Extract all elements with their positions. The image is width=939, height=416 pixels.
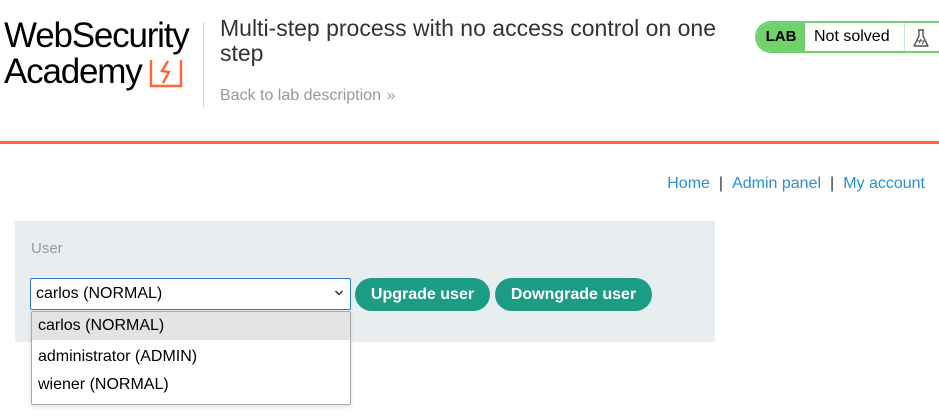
upgrade-user-button[interactable]: Upgrade user <box>355 278 490 311</box>
header-accent-rule <box>0 141 939 144</box>
downgrade-user-button[interactable]: Downgrade user <box>495 278 652 311</box>
back-to-lab-description-link[interactable]: Back to lab description » <box>220 87 395 105</box>
nav-separator: | <box>830 175 835 192</box>
lab-status-text: Not solved <box>814 28 890 45</box>
user-dropdown-list: carlos (NORMAL) administrator (ADMIN) wi… <box>31 311 351 405</box>
chevron-down-icon <box>334 290 344 296</box>
lab-status-widget: LAB Not solved <box>755 21 939 53</box>
logo-text-line1: WebSecurity <box>4 16 190 55</box>
double-chevron-right-icon: » <box>386 87 396 104</box>
user-select-value: carlos (NORMAL) <box>36 285 163 302</box>
dropdown-option-wiener[interactable]: wiener (NORMAL) <box>32 371 350 399</box>
lab-status-separator <box>904 23 905 51</box>
logo-text-line2: Academy <box>4 52 143 91</box>
top-navigation: Home | Admin panel | My account <box>667 175 925 193</box>
nav-admin-panel-link[interactable]: Admin panel <box>732 175 821 192</box>
nav-my-account-link[interactable]: My account <box>843 175 925 192</box>
page-header: WebSecurity Academy Multi-step process w… <box>0 0 939 141</box>
dropdown-option-administrator[interactable]: administrator (ADMIN) <box>32 343 350 371</box>
nav-home-link[interactable]: Home <box>667 175 710 192</box>
user-select[interactable]: carlos (NORMAL) <box>30 278 351 310</box>
academy-logo-mark-icon <box>149 60 183 88</box>
dropdown-option-carlos[interactable]: carlos (NORMAL) <box>32 312 350 340</box>
lab-badge: LAB <box>757 23 805 51</box>
flask-icon <box>913 29 929 47</box>
web-security-academy-logo[interactable]: WebSecurity Academy <box>4 16 200 92</box>
back-link-label: Back to lab description <box>220 87 381 104</box>
lab-title: Multi-step process with no access contro… <box>220 15 717 66</box>
user-field-label: User <box>31 240 63 257</box>
header-divider <box>203 22 204 108</box>
nav-separator: | <box>718 175 724 192</box>
